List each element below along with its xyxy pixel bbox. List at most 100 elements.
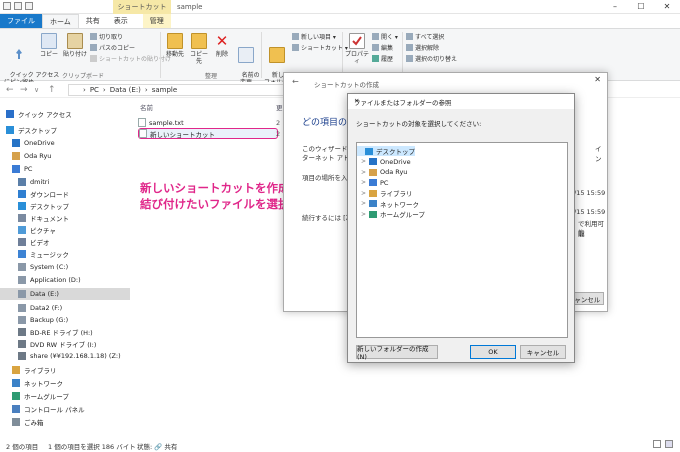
minimize-button[interactable]: – bbox=[602, 0, 628, 14]
sidebar-item[interactable]: ホームグループ bbox=[0, 390, 130, 402]
sidebar-item[interactable]: ドキュメント bbox=[0, 212, 130, 224]
select-all-button[interactable]: すべて選択 bbox=[406, 32, 444, 41]
paste-button[interactable]: 貼り付け bbox=[62, 33, 88, 58]
sidebar-item[interactable]: DVD RW ドライブ (I:) bbox=[0, 338, 130, 350]
edit-button[interactable]: 編集 bbox=[372, 43, 393, 52]
tree-item-icon bbox=[369, 168, 377, 176]
tree-item[interactable]: > ネットワーク bbox=[361, 199, 419, 209]
sidebar-item[interactable]: ピクチャ bbox=[0, 224, 130, 236]
delete-button[interactable]: ✕ 削除 bbox=[212, 33, 232, 58]
sidebar-item[interactable]: デスクトップ bbox=[0, 124, 130, 136]
tree-item[interactable]: > ライブラリ bbox=[361, 188, 413, 198]
sidebar-item[interactable]: Application (D:) bbox=[0, 274, 130, 286]
copy-path-button[interactable]: パスのコピー bbox=[90, 43, 135, 52]
tab-manage[interactable]: 管理 bbox=[142, 14, 171, 28]
sidebar-item[interactable]: dmitri bbox=[0, 176, 130, 188]
tab-file[interactable]: ファイル bbox=[0, 14, 42, 28]
sidebar-item[interactable]: コントロール パネル bbox=[0, 403, 130, 415]
quick-access-toolbar[interactable] bbox=[3, 2, 33, 10]
breadcrumb-pc[interactable]: PC bbox=[90, 86, 99, 94]
copy-icon bbox=[41, 33, 57, 49]
maximize-button[interactable]: ☐ bbox=[628, 0, 654, 14]
tab-view[interactable]: 表示 bbox=[107, 14, 135, 28]
history-button[interactable]: 履歴 bbox=[372, 54, 393, 63]
tree-item-label: ライブラリ bbox=[380, 190, 413, 198]
new-folder-icon bbox=[269, 47, 285, 63]
scissors-icon bbox=[90, 33, 97, 40]
sidebar-item-label: System (C:) bbox=[30, 263, 69, 271]
properties-quick-icon[interactable] bbox=[3, 2, 11, 10]
forward-arrow-icon[interactable]: → bbox=[20, 85, 28, 95]
column-header-date[interactable]: 更 bbox=[276, 102, 283, 112]
tree-item[interactable]: デスクトップ bbox=[357, 146, 415, 156]
file-item-selected[interactable]: 新しいショートカット bbox=[138, 128, 278, 139]
customize-quick-icon[interactable] bbox=[25, 2, 33, 10]
sidebar-item[interactable]: System (C:) bbox=[0, 261, 130, 273]
invert-selection-button[interactable]: 選択の切り替え bbox=[406, 54, 457, 63]
breadcrumb-separator-icon: › bbox=[102, 86, 106, 94]
paste-shortcut-button[interactable]: ショートカットの貼り付け bbox=[90, 54, 171, 63]
details-view-icon[interactable] bbox=[653, 440, 661, 448]
open-button[interactable]: 開く ▾ bbox=[372, 32, 398, 41]
sidebar-item[interactable]: クイック アクセス bbox=[0, 108, 130, 120]
chevron-right-icon[interactable]: > bbox=[361, 200, 369, 207]
breadcrumb-data-e[interactable]: Data (E:) bbox=[110, 86, 141, 94]
sidebar-item-icon bbox=[12, 139, 20, 147]
sidebar-item[interactable]: Backup (G:) bbox=[0, 314, 130, 326]
tree-item[interactable]: > Oda Ryu bbox=[361, 167, 407, 177]
tab-share[interactable]: 共有 bbox=[79, 14, 107, 28]
sidebar-item[interactable]: Data2 (F:) bbox=[0, 302, 130, 314]
sidebar-item[interactable]: Data (E:) bbox=[0, 288, 130, 300]
sidebar-item[interactable]: ビデオ bbox=[0, 236, 130, 248]
sidebar-item[interactable]: ダウンロード bbox=[0, 188, 130, 200]
sidebar-item[interactable]: Oda Ryu bbox=[0, 150, 130, 162]
close-window-button[interactable]: ✕ bbox=[654, 0, 680, 14]
move-to-button[interactable]: 移動先 bbox=[164, 33, 186, 58]
sidebar-item-label: ネットワーク bbox=[24, 380, 63, 388]
cut-button[interactable]: 切り取り bbox=[90, 32, 123, 41]
column-header-name[interactable]: 名前 bbox=[140, 102, 153, 112]
close-icon[interactable]: ✕ bbox=[594, 75, 601, 84]
properties-button[interactable]: プロパティ bbox=[344, 33, 370, 65]
tree-item[interactable]: > ホームグループ bbox=[361, 209, 425, 219]
new-folder-dialog-button[interactable]: 新しいフォルダーの作成(N) bbox=[356, 345, 438, 361]
folder-tree[interactable]: デスクトップ > OneDrive > Oda Ryu > PC > ライブラリ > ネットワーク >… bbox=[356, 142, 568, 338]
sidebar-item-icon bbox=[6, 110, 14, 118]
new-folder-quick-icon[interactable] bbox=[14, 2, 22, 10]
ok-button[interactable]: OK bbox=[470, 345, 516, 359]
copy-button[interactable]: コピー bbox=[38, 33, 60, 58]
up-arrow-icon[interactable]: ↑ bbox=[48, 85, 56, 95]
back-arrow-icon[interactable]: ← bbox=[292, 77, 299, 86]
tree-item-icon bbox=[369, 158, 377, 165]
sidebar-item[interactable]: ライブラリ bbox=[0, 364, 130, 376]
sidebar-item[interactable]: デスクトップ bbox=[0, 200, 130, 212]
sidebar-item-icon bbox=[18, 328, 26, 336]
shortcut-button[interactable]: ショートカット ▾ bbox=[292, 43, 348, 52]
breadcrumb-sample[interactable]: sample bbox=[152, 86, 177, 94]
sidebar-item[interactable]: ミュージック bbox=[0, 248, 130, 260]
recent-dropdown-icon[interactable]: ∨ bbox=[34, 86, 39, 94]
file-item[interactable]: sample.txt bbox=[138, 117, 278, 128]
tree-item[interactable]: > PC bbox=[361, 178, 388, 188]
chevron-right-icon[interactable]: > bbox=[361, 179, 369, 186]
sidebar-item[interactable]: ネットワーク bbox=[0, 377, 130, 389]
tree-item[interactable]: > OneDrive bbox=[361, 157, 411, 167]
sidebar-item[interactable]: BD-RE ドライブ (H:) bbox=[0, 326, 130, 338]
sidebar-item[interactable]: OneDrive bbox=[0, 137, 130, 149]
chevron-right-icon[interactable]: > bbox=[361, 158, 369, 165]
clipboard-group-label: クリップボード bbox=[62, 73, 105, 80]
chevron-right-icon[interactable]: > bbox=[361, 169, 369, 176]
sidebar-item[interactable]: PC bbox=[0, 163, 130, 175]
dialog-close-button[interactable]: ✕ bbox=[354, 97, 570, 105]
copy-to-button[interactable]: コピー先 bbox=[188, 33, 210, 65]
chevron-right-icon[interactable]: > bbox=[361, 211, 369, 218]
chevron-right-icon[interactable]: > bbox=[361, 190, 369, 197]
sidebar-item[interactable]: ごみ箱 bbox=[0, 416, 130, 428]
large-icons-view-icon[interactable] bbox=[665, 440, 673, 448]
cancel-button[interactable]: キャンセル bbox=[520, 345, 566, 359]
tab-home[interactable]: ホーム bbox=[42, 14, 79, 28]
new-item-button[interactable]: 新しい項目 ▾ bbox=[292, 32, 336, 41]
back-arrow-icon[interactable]: ← bbox=[6, 85, 14, 95]
select-none-button[interactable]: 選択解除 bbox=[406, 43, 439, 52]
sidebar-item[interactable]: share (¥¥192.168.1.18) (Z:) bbox=[0, 350, 130, 362]
